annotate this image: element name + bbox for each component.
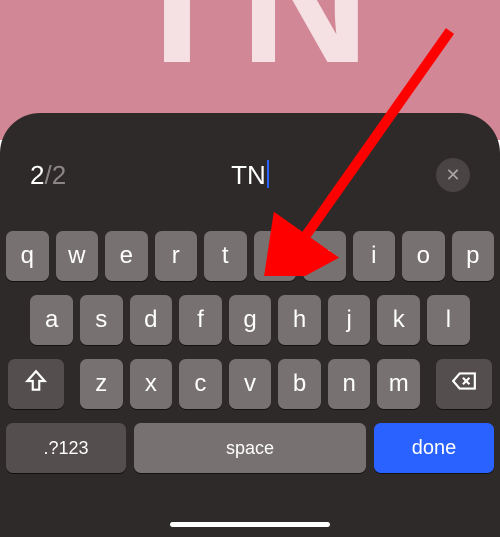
key-g[interactable]: g [229, 295, 272, 345]
key-i[interactable]: i [353, 231, 396, 281]
key-b[interactable]: b [278, 359, 321, 409]
key-s[interactable]: s [80, 295, 123, 345]
space-key[interactable]: space [134, 423, 366, 473]
numbers-key[interactable]: .?123 [6, 423, 126, 473]
key-w[interactable]: w [56, 231, 99, 281]
shift-icon [23, 368, 49, 401]
clear-button[interactable]: ✕ [436, 158, 470, 192]
shift-key[interactable] [8, 359, 64, 409]
key-c[interactable]: c [179, 359, 222, 409]
home-indicator[interactable] [170, 522, 330, 527]
keyboard-row-3: z x c v b n m [6, 359, 494, 409]
done-key[interactable]: done [374, 423, 494, 473]
keyboard-row-2: a s d f g h j k l [6, 295, 494, 345]
key-d[interactable]: d [130, 295, 173, 345]
keyboard-row-4: .?123 space done [6, 423, 494, 473]
input-value: TN [231, 160, 266, 190]
backspace-icon [451, 368, 477, 401]
delete-key[interactable] [436, 359, 492, 409]
key-u[interactable]: u [303, 231, 346, 281]
key-a[interactable]: a [30, 295, 73, 345]
key-v[interactable]: v [229, 359, 272, 409]
keyboard: q w e r t y u i o p a s d f g h j k l [6, 231, 494, 487]
key-t[interactable]: t [204, 231, 247, 281]
key-l[interactable]: l [427, 295, 470, 345]
key-e[interactable]: e [105, 231, 148, 281]
key-p[interactable]: p [452, 231, 495, 281]
key-r[interactable]: r [155, 231, 198, 281]
key-h[interactable]: h [278, 295, 321, 345]
key-z[interactable]: z [80, 359, 123, 409]
key-j[interactable]: j [328, 295, 371, 345]
key-y[interactable]: y [254, 231, 297, 281]
keyboard-panel: 2/2 TN ✕ q w e r t y u i o p [0, 113, 500, 537]
key-m[interactable]: m [377, 359, 420, 409]
key-f[interactable]: f [179, 295, 222, 345]
screen: TN 2/2 TN ✕ q w e r t y u [0, 0, 500, 537]
key-x[interactable]: x [130, 359, 173, 409]
input-row: 2/2 TN ✕ [30, 153, 470, 197]
close-icon: ✕ [445, 165, 460, 186]
wallpaper-monogram: TN [0, 0, 500, 104]
keyboard-row-1: q w e r t y u i o p [6, 231, 494, 281]
key-n[interactable]: n [328, 359, 371, 409]
key-q[interactable]: q [6, 231, 49, 281]
key-k[interactable]: k [377, 295, 420, 345]
key-o[interactable]: o [402, 231, 445, 281]
monogram-text-input[interactable]: TN [231, 160, 269, 191]
text-cursor [267, 160, 269, 188]
